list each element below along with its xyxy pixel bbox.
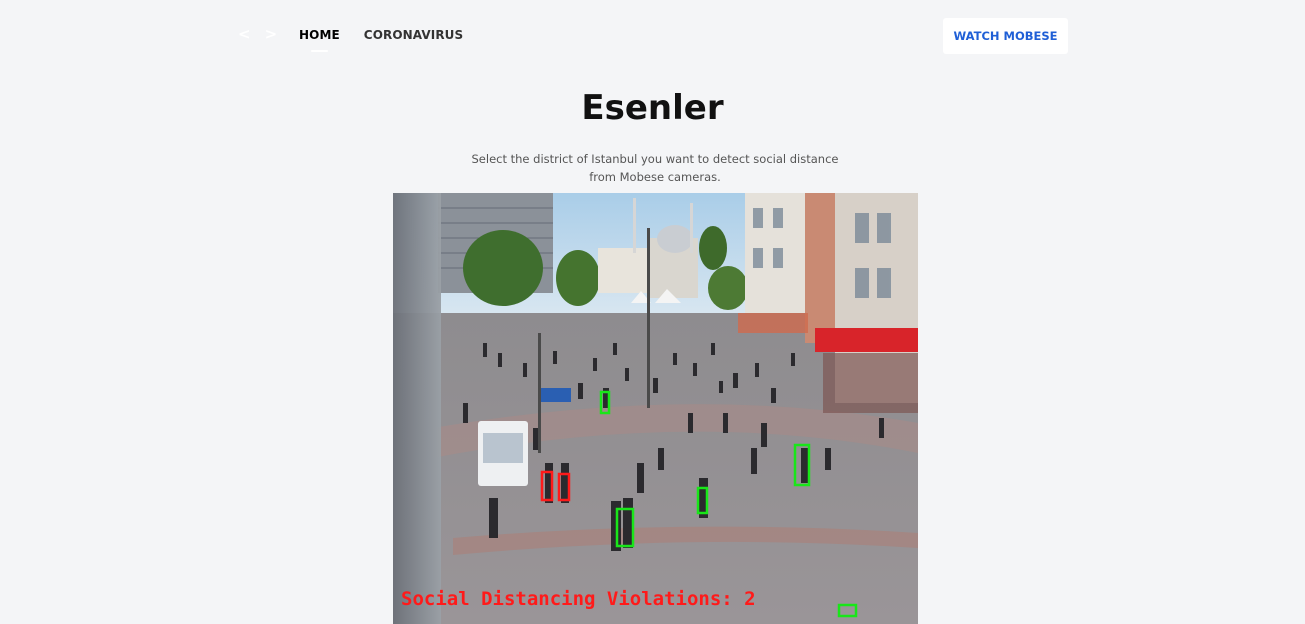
page-subtitle: Select the district of Istanbul you want… bbox=[455, 150, 855, 186]
lamp-pole bbox=[647, 228, 650, 408]
brick-building bbox=[805, 193, 835, 343]
violations-counter: Social Distancing Violations: 2 bbox=[401, 588, 756, 610]
shop-sign bbox=[815, 328, 918, 352]
foreground-pole bbox=[393, 193, 441, 624]
subtitle-line-1: Select the district of Istanbul you want… bbox=[471, 152, 839, 166]
tree bbox=[708, 266, 748, 310]
awning bbox=[738, 313, 808, 333]
shop-front bbox=[823, 353, 918, 413]
minaret bbox=[690, 203, 693, 253]
history-arrows: < > bbox=[238, 24, 277, 44]
tree bbox=[463, 230, 543, 306]
nav-link-coronavirus[interactable]: CORONAVIRUS bbox=[364, 28, 463, 42]
watch-mobese-button[interactable]: WATCH MOBESE bbox=[943, 18, 1068, 54]
nav-links: HOME CORONAVIRUS bbox=[299, 28, 463, 52]
minaret bbox=[633, 198, 636, 253]
tree bbox=[699, 226, 727, 270]
tree bbox=[556, 250, 600, 306]
building bbox=[598, 248, 648, 293]
mosque-dome bbox=[657, 225, 693, 253]
top-nav: < > HOME CORONAVIRUS WATCH MOBESE bbox=[0, 0, 1305, 72]
camera-feed[interactable]: Social Distancing Violations: 2 bbox=[393, 193, 918, 624]
lamp-pole bbox=[538, 333, 541, 453]
camera-frame: Social Distancing Violations: 2 bbox=[393, 193, 918, 624]
blue-sign bbox=[541, 388, 571, 402]
forward-arrow-icon[interactable]: > bbox=[265, 24, 278, 44]
subtitle-line-2: from Mobese cameras. bbox=[589, 170, 721, 184]
truck-window bbox=[483, 433, 523, 463]
page-title: Esenler bbox=[581, 88, 724, 128]
nav-link-home[interactable]: HOME bbox=[299, 28, 340, 52]
back-arrow-icon[interactable]: < bbox=[238, 24, 251, 44]
